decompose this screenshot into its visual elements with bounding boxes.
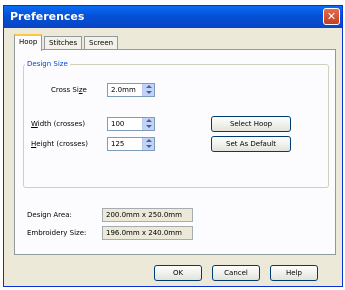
height-value: 125 (111, 140, 125, 148)
spin-down-icon[interactable] (146, 125, 152, 128)
cancel-button[interactable]: Cancel (212, 265, 260, 281)
width-spinner[interactable]: 100 (107, 117, 155, 131)
tab-hoop[interactable]: Hoop (14, 34, 42, 51)
dialog-title: Preferences (10, 10, 85, 23)
height-spinner[interactable]: 125 (107, 137, 155, 151)
design-area-label: Design Area: (27, 211, 72, 219)
design-size-group-label: Design Size (25, 60, 70, 68)
tab-stitches[interactable]: Stitches (44, 36, 82, 50)
width-label: Width (crosses) (31, 120, 86, 128)
spin-down-icon[interactable] (146, 91, 152, 94)
spin-down-icon[interactable] (146, 145, 152, 148)
close-icon: ✕ (326, 10, 337, 23)
title-bar[interactable]: Preferences ✕ (4, 6, 342, 28)
hoop-tab-panel: Design Size Cross Size 2.0mm Width (cros… (14, 49, 336, 255)
spinner-arrows[interactable] (142, 138, 154, 150)
spin-up-icon[interactable] (146, 119, 152, 122)
set-as-default-button[interactable]: Set As Default (211, 136, 291, 152)
spinner-arrows[interactable] (142, 84, 154, 96)
spinner-arrows[interactable] (142, 118, 154, 130)
select-hoop-button[interactable]: Select Hoop (211, 116, 291, 132)
spin-up-icon[interactable] (146, 85, 152, 88)
width-value: 100 (111, 120, 125, 128)
help-button[interactable]: Help (270, 265, 318, 281)
cross-size-value: 2.0mm (111, 86, 136, 94)
design-area-field: 200.0mm x 250.0mm (102, 208, 193, 222)
cross-size-spinner[interactable]: 2.0mm (107, 83, 155, 97)
tab-screen[interactable]: Screen (84, 36, 118, 50)
cross-size-label: Cross Size (51, 86, 87, 94)
close-button[interactable]: ✕ (323, 8, 340, 25)
embroidery-size-label: Embroidery Size: (27, 229, 87, 237)
ok-button[interactable]: OK (154, 265, 202, 281)
height-label: Height (crosses) (31, 140, 88, 148)
embroidery-size-field: 196.0mm x 240.0mm (102, 226, 193, 240)
preferences-dialog: Preferences ✕ Hoop Stitches Screen Desig… (3, 5, 343, 287)
spin-up-icon[interactable] (146, 139, 152, 142)
